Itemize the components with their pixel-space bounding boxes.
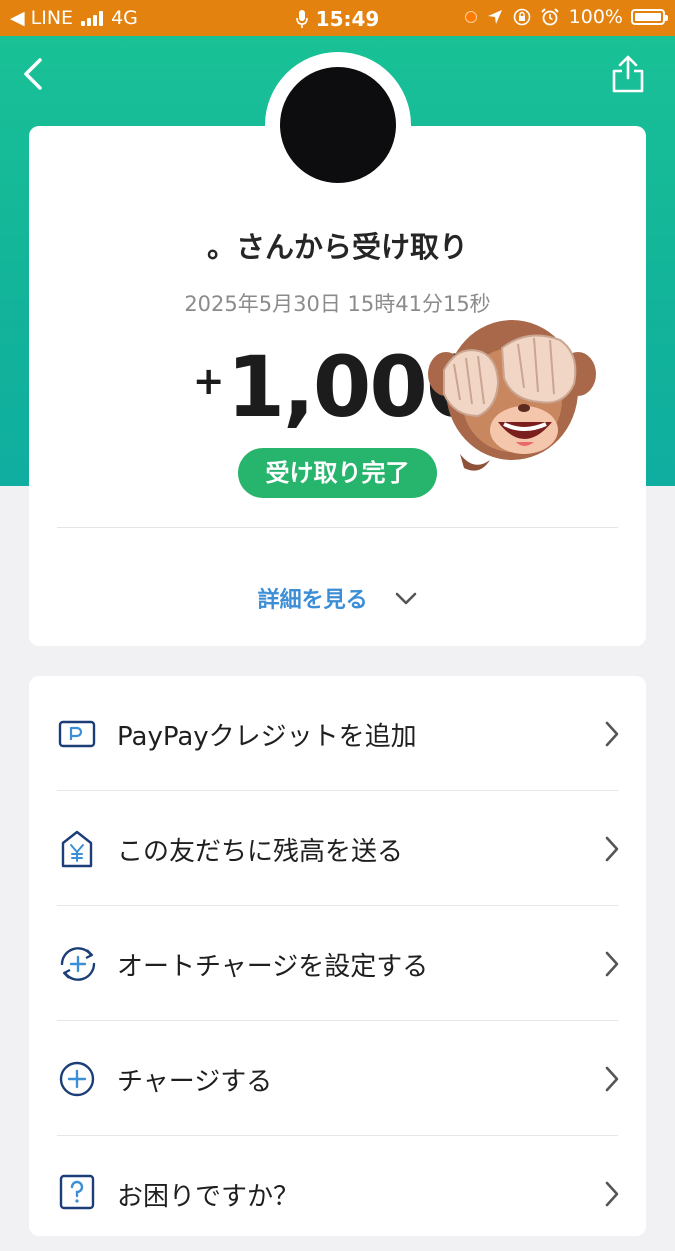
action-send-balance[interactable]: この友だちに残高を送る <box>29 791 646 906</box>
share-icon <box>612 55 644 93</box>
page-title: 。さんから受け取り <box>206 230 468 264</box>
action-label: お困りですか？ <box>117 1182 300 1212</box>
location-arrow-icon <box>487 10 502 24</box>
battery-icon <box>631 9 668 25</box>
chevron-right-icon <box>605 1066 619 1092</box>
status-bar: ◀ LINE 4G 15:49 100% <box>0 0 675 36</box>
see-no-evil-monkey-sticker <box>428 320 596 471</box>
action-add-paypay-credit[interactable]: PayPayクレジットを追加 <box>29 676 646 791</box>
chevron-right-icon <box>605 836 619 862</box>
back-button[interactable] <box>16 52 56 96</box>
avatar <box>280 67 396 183</box>
action-label: この友だちに残高を送る <box>117 837 404 867</box>
share-button[interactable] <box>611 54 645 94</box>
action-help[interactable]: お困りですか？ <box>29 1136 646 1251</box>
chevron-right-icon <box>605 1181 619 1207</box>
chevron-right-icon <box>605 951 619 977</box>
status-bar-right: 100% <box>464 6 668 28</box>
amount-sign: + <box>192 359 225 403</box>
action-label: チャージする <box>117 1067 273 1097</box>
clock-time: 15:49 <box>315 7 380 31</box>
status-badge: 受け取り完了 <box>238 448 437 498</box>
actions-card: PayPayクレジットを追加 この友だちに残高を送る オートチャージを設定する <box>29 676 646 1236</box>
help-icon <box>59 1174 95 1210</box>
action-charge[interactable]: チャージする <box>29 1021 646 1136</box>
action-label: オートチャージを設定する <box>117 952 429 982</box>
show-details-button[interactable]: 詳細を見る <box>29 582 646 614</box>
credit-card-icon <box>58 720 96 748</box>
rotation-lock-icon <box>513 8 530 26</box>
action-label: PayPayクレジットを追加 <box>117 722 417 752</box>
alarm-icon <box>540 8 559 26</box>
microphone-icon <box>295 10 308 28</box>
battery-percent: 100% <box>568 6 623 28</box>
send-yen-icon <box>61 830 93 868</box>
chevron-right-icon <box>605 721 619 747</box>
action-auto-charge[interactable]: オートチャージを設定する <box>29 906 646 1021</box>
divider <box>57 527 618 528</box>
chevron-down-icon <box>396 592 417 605</box>
charge-plus-icon <box>59 1061 95 1097</box>
chevron-left-icon <box>24 58 42 90</box>
show-details-label: 詳細を見る <box>257 588 368 613</box>
auto-charge-icon <box>60 947 96 981</box>
privacy-dot-icon <box>464 11 477 23</box>
